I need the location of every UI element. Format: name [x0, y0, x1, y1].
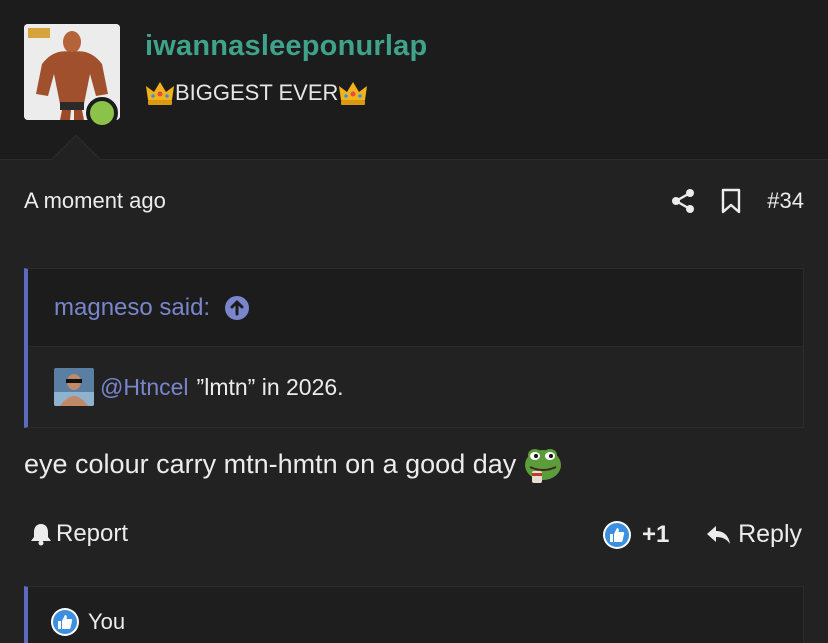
quote-header: magneso said:	[28, 269, 803, 347]
post-actions: #34	[671, 184, 804, 218]
online-indicator	[86, 97, 118, 129]
user-header: iwannasleeponurlap BIGGEST EVER	[0, 0, 828, 160]
like-icon	[603, 521, 631, 549]
bell-icon	[31, 524, 51, 546]
reply-button[interactable]: Reply	[706, 520, 802, 549]
quote-text: ”lmtn” in 2026.	[196, 373, 344, 400]
quote-body: @Htncel ”lmtn” in 2026.	[28, 347, 803, 427]
crown-icon	[339, 82, 368, 105]
quote-author[interactable]: magneso said:	[54, 294, 210, 322]
reply-label: Reply	[738, 520, 802, 548]
quote-block: magneso said: @Htncel ”lmtn” in 2026.	[24, 268, 804, 428]
crown-icon	[146, 82, 174, 105]
mention-link[interactable]: @Htncel	[100, 374, 189, 401]
reaction-count: +1	[642, 521, 670, 548]
username[interactable]: iwannasleeponurlap	[145, 30, 427, 63]
message-text: eye colour carry mtn-hmtn on a good day	[24, 448, 517, 479]
user-title-text: BIGGEST EVER	[175, 80, 339, 105]
share-icon[interactable]	[671, 188, 695, 214]
like-icon	[51, 607, 79, 636]
reaction-summary[interactable]: +1	[602, 520, 669, 550]
post-message: eye colour carry mtn-hmtn on a good day	[24, 444, 564, 484]
user-title: BIGGEST EVER	[145, 78, 368, 108]
post-time[interactable]: A moment ago	[24, 188, 166, 214]
report-label: Report	[56, 520, 129, 547]
arrow-up-circle-icon[interactable]	[224, 295, 250, 321]
reaction-list[interactable]: You	[24, 586, 804, 643]
bookmark-icon[interactable]	[721, 188, 741, 214]
mention-avatar	[54, 368, 94, 406]
report-button[interactable]: Report	[30, 520, 128, 548]
frog-emoji	[525, 449, 562, 483]
post-number[interactable]: #34	[767, 188, 804, 214]
reply-icon	[707, 525, 731, 544]
reaction-user: You	[88, 608, 126, 634]
